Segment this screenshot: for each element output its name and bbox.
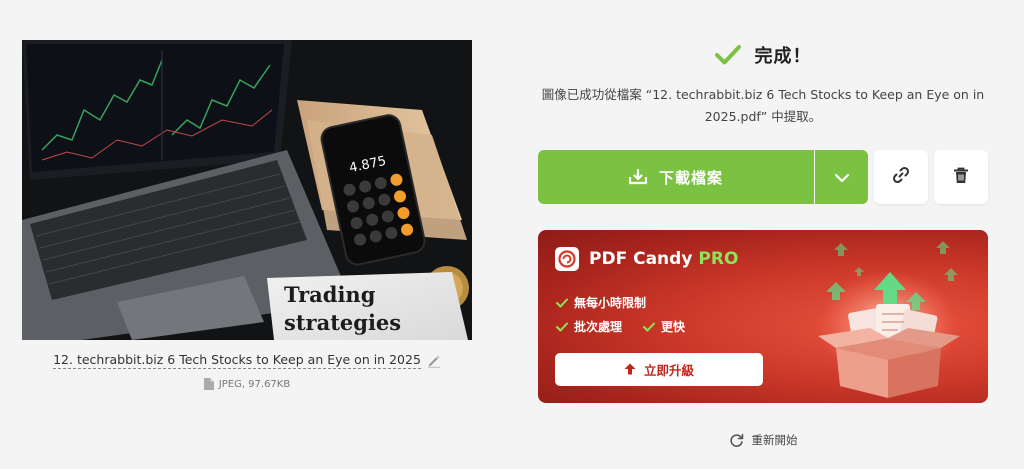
upgrade-label: 立即升級: [643, 363, 694, 378]
arrow-up-icon: [624, 360, 636, 379]
pro-tag: PRO: [698, 249, 739, 269]
preview-text-line-2: strategies: [284, 310, 401, 335]
status-header: 完成！: [538, 42, 988, 68]
pencil-icon[interactable]: [427, 354, 441, 368]
pro-upgrade-card: PDF Candy PRO 無每小時限制 批次處理 更快 立即升級: [538, 230, 988, 403]
preview-text-line-1: Trading: [284, 282, 376, 307]
feature-item: 批次處理: [556, 318, 622, 335]
candy-logo-icon: [555, 247, 579, 271]
chevron-down-icon: [834, 168, 850, 187]
copy-link-button[interactable]: [874, 150, 928, 204]
file-meta-row: JPEG, 97.67KB: [22, 378, 472, 390]
delete-button[interactable]: [934, 150, 988, 204]
pro-brand: PDF Candy: [589, 249, 693, 269]
feature-label: 更快: [661, 320, 686, 334]
download-options-button[interactable]: [815, 150, 868, 204]
checkmark-icon: [556, 298, 568, 308]
checkmark-icon: [556, 322, 568, 332]
trash-icon: [953, 167, 969, 188]
image-preview: 4.875 Trading strategies: [22, 40, 472, 340]
status-title: 完成！: [754, 46, 812, 67]
download-icon: [628, 169, 647, 185]
feature-item: 更快: [643, 318, 685, 335]
pro-illustration: [796, 230, 988, 403]
checkmark-icon: [714, 44, 741, 66]
file-name[interactable]: 12. techrabbit.biz 6 Tech Stocks to Keep…: [53, 352, 421, 369]
feature-label: 批次處理: [574, 320, 623, 334]
pro-header: PDF Candy PRO: [555, 247, 738, 271]
checkmark-icon: [643, 322, 655, 332]
upgrade-now-button[interactable]: 立即升級: [555, 353, 763, 386]
download-button[interactable]: 下載檔案: [538, 150, 814, 204]
feature-label: 無每小時限制: [574, 296, 647, 310]
refresh-icon: [729, 433, 744, 448]
restart-button[interactable]: 重新開始: [538, 432, 988, 448]
file-icon: [203, 378, 214, 390]
feature-item: 無每小時限制: [556, 294, 646, 311]
success-message: 圖像已成功從檔案 “12. techrabbit.biz 6 Tech Stoc…: [541, 87, 985, 124]
restart-label: 重新開始: [751, 433, 798, 447]
file-meta: JPEG, 97.67KB: [218, 378, 291, 390]
download-label: 下載檔案: [658, 168, 723, 187]
file-name-row: 12. techrabbit.biz 6 Tech Stocks to Keep…: [22, 352, 472, 369]
link-icon: [892, 166, 910, 188]
